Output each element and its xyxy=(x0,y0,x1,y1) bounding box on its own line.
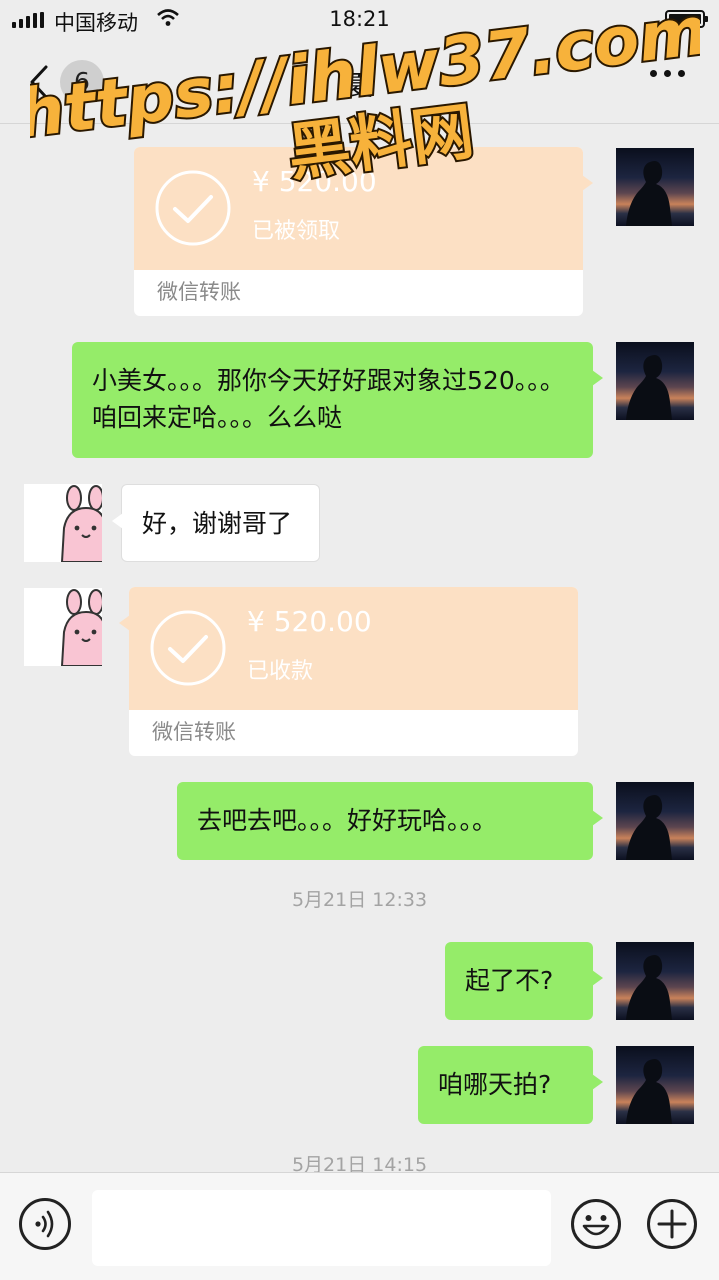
more-button[interactable] xyxy=(650,70,685,77)
avatar[interactable] xyxy=(616,148,694,226)
transfer-card[interactable]: ¥ 520.00 已被领取 微信转账 xyxy=(134,147,593,316)
bunny-icon xyxy=(60,589,102,666)
person-silhouette-icon xyxy=(626,795,672,860)
transfer-amount: ¥ 520.00 xyxy=(252,165,377,198)
ellipsis-icon xyxy=(650,70,657,77)
voice-button[interactable] xyxy=(19,1198,71,1250)
avatar[interactable] xyxy=(616,782,694,860)
person-silhouette-icon xyxy=(626,1059,672,1124)
status-time: 18:21 xyxy=(329,7,390,31)
transfer-amount: ¥ 520.00 xyxy=(247,605,372,638)
check-circle-icon xyxy=(155,170,231,246)
message-bubble[interactable]: 小美女。。。那你今天好好跟对象过520。。。咱回来定哈。。。么么哒 xyxy=(72,342,603,458)
message-text: 小美女。。。那你今天好好跟对象过520。。。咱回来定哈。。。么么哒 xyxy=(92,366,565,432)
message-bubble[interactable]: 咱哪天拍? xyxy=(418,1046,603,1124)
person-silhouette-icon xyxy=(626,355,672,420)
check-circle-icon xyxy=(150,610,226,686)
emoji-button[interactable] xyxy=(570,1198,622,1250)
message-text: 咱哪天拍? xyxy=(438,1070,552,1099)
bunny-icon xyxy=(60,485,102,562)
message-text: 起了不? xyxy=(465,966,554,995)
avatar[interactable] xyxy=(616,1046,694,1124)
person-silhouette-icon xyxy=(626,161,672,226)
voice-icon xyxy=(35,1210,54,1238)
message-bubble[interactable]: 起了不? xyxy=(445,942,603,1020)
message-text: 好，谢谢哥了 xyxy=(142,509,293,538)
avatar[interactable] xyxy=(24,484,102,562)
plus-button[interactable] xyxy=(646,1198,698,1250)
transfer-label: 微信转账 xyxy=(157,280,241,304)
person-silhouette-icon xyxy=(626,955,672,1020)
battery-icon xyxy=(665,10,708,28)
avatar[interactable] xyxy=(616,942,694,1020)
input-bar xyxy=(0,1172,719,1280)
avatar[interactable] xyxy=(24,588,102,666)
message-input[interactable] xyxy=(92,1190,551,1266)
chat-header: 6 夏 xyxy=(0,40,719,124)
status-bar: 中国移动 18:21 xyxy=(0,0,719,40)
transfer-card[interactable]: ¥ 520.00 已收款 微信转账 xyxy=(119,587,578,756)
chat-title: 夏 xyxy=(346,71,373,102)
timestamp: 5月21日 12:33 xyxy=(291,889,428,911)
message-bubble[interactable]: 好，谢谢哥了 xyxy=(112,484,320,562)
transfer-status: 已被领取 xyxy=(252,219,341,244)
transfer-label: 微信转账 xyxy=(152,720,236,744)
message-bubble[interactable]: 去吧去吧。。。好好玩哈。。。 xyxy=(177,782,603,860)
avatar[interactable] xyxy=(616,342,694,420)
battery-level xyxy=(669,14,701,24)
message-text: 去吧去吧。。。好好玩哈。。。 xyxy=(197,806,498,835)
transfer-status: 已收款 xyxy=(247,659,314,684)
